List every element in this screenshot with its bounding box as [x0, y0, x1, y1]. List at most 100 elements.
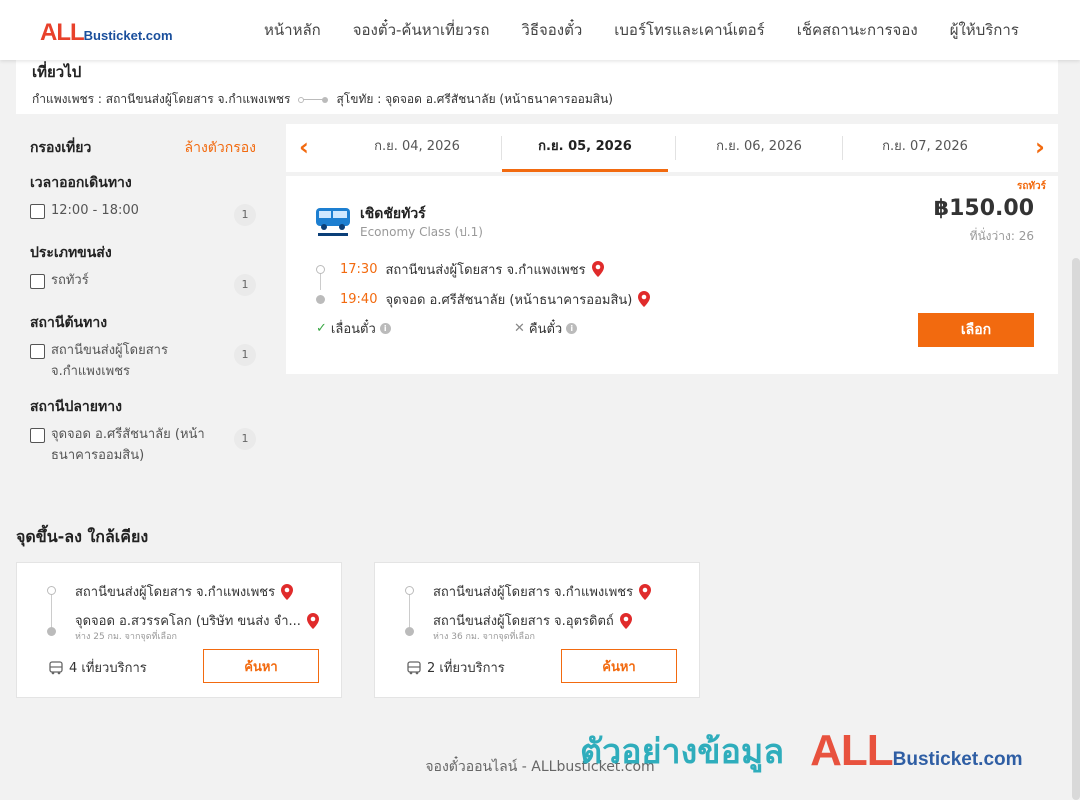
logo-small-text: Busticket.com	[83, 28, 173, 43]
bus-icon	[49, 660, 63, 674]
nearby-trips: 2 เที่ยวบริการ	[407, 657, 505, 678]
operator-name: เชิดชัยทัวร์	[360, 206, 426, 222]
filter-group-origin-station: สถานีต้นทาง สถานีขนส่งผู้โดยสาร จ.กำแพงเ…	[16, 312, 270, 382]
policy-refund-label: คืนตั๋ว	[528, 322, 563, 337]
map-pin-icon[interactable]	[639, 583, 652, 600]
nearby-distance: ห่าง 25 กม. จากจุดที่เลือก	[75, 632, 177, 642]
arrival-place: จุดจอด อ.ศรีสัชนาลัย (หน้าธนาคารออมสิน)	[385, 292, 633, 308]
nearby-section-title: จุดขึ้น-ลง ใกล้เคียง	[16, 527, 149, 546]
clear-filter-link[interactable]: ล้างตัวกรอง	[185, 137, 256, 159]
nearby-trips-label: 2 เที่ยวบริการ	[427, 661, 505, 676]
map-pin-icon[interactable]	[638, 291, 651, 307]
nearby-search-button[interactable]: ค้นหา	[561, 649, 677, 683]
watermark-logo-big: ALL	[810, 726, 894, 775]
filter-option[interactable]: รถทัวร์ 1	[30, 272, 256, 296]
logo-big-text: ALL	[40, 19, 85, 46]
filter-option[interactable]: จุดจอด อ.ศรีสัชนาลัย (หน้าธนาคารออมสิน) …	[30, 426, 256, 466]
filter-option[interactable]: สถานีขนส่งผู้โดยสาร จ.กำแพงเพชร 1	[30, 342, 256, 382]
filter-title: กรองเที่ยว	[30, 140, 92, 156]
policy-postpone-label: เลื่อนตั๋ว	[330, 322, 376, 337]
trip-to: สุโขทัย : จุดจอด อ.ศรีสัชนาลัย (หน้าธนาค…	[336, 92, 613, 106]
trip-result-card: รถทัวร์ เชิดชัยทัวร์ Economy Class (ป.1)…	[286, 176, 1058, 374]
date-tab-active[interactable]: ก.ย. 05, 2026	[502, 124, 668, 172]
policy-refund: ✕ คืนตั๋ว i	[514, 318, 712, 339]
watermark-logo-small: Busticket.com	[892, 749, 1023, 770]
departure-place: สถานีขนส่งผู้โดยสาร จ.กำแพงเพชร	[385, 262, 586, 278]
filter-option-label: 12:00 - 18:00	[51, 203, 139, 218]
trip-from: กำแพงเพชร : สถานีขนส่งผู้โดยสาร จ.กำแพงเ…	[32, 92, 291, 106]
date-tab[interactable]: ก.ย. 07, 2026	[842, 124, 1008, 172]
map-pin-icon[interactable]	[591, 261, 604, 277]
filter-group-transport-type: ประเภทขนส่ง รถทัวร์ 1	[16, 242, 270, 296]
filter-count-badge: 1	[234, 344, 256, 366]
prev-date-chevron-left-icon[interactable]: ‹	[294, 134, 314, 160]
site-header: ALLBusticket.com หน้าหลัก จองตั๋ว-ค้นหาเ…	[0, 0, 1080, 60]
filter-option[interactable]: 12:00 - 18:00 1	[30, 202, 256, 226]
arrival-time: 19:40	[340, 291, 378, 307]
arrival-stop: 19:40 จุดจอด อ.ศรีสัชนาลัย (หน้าธนาคารออ…	[316, 284, 651, 314]
nav-book-search[interactable]: จองตั๋ว-ค้นหาเที่ยวรถ	[353, 18, 490, 42]
filter-group-title: เวลาออกเดินทาง	[30, 175, 132, 191]
next-date-chevron-right-icon[interactable]: ›	[1030, 134, 1050, 160]
checkbox[interactable]	[30, 344, 45, 359]
info-icon[interactable]: i	[379, 323, 391, 334]
date-tab[interactable]: ก.ย. 06, 2026	[676, 124, 842, 172]
map-pin-icon[interactable]	[306, 612, 319, 629]
filter-count-badge: 1	[234, 274, 256, 296]
operator-logo-icon	[316, 208, 350, 236]
nearby-to: สถานีขนส่งผู้โดยสาร จ.อุตรดิตถ์	[433, 610, 632, 631]
trip-summary: เที่ยวไป กำแพงเพชร : สถานีขนส่งผู้โดยสาร…	[16, 52, 1058, 114]
checkbox[interactable]	[30, 204, 45, 219]
map-pin-icon[interactable]	[281, 583, 294, 600]
filter-group-title: สถานีปลายทาง	[30, 399, 122, 415]
bus-class: Economy Class (ป.1)	[360, 225, 483, 239]
price: ฿150.00	[933, 196, 1034, 221]
filter-group-destination-station: สถานีปลายทาง จุดจอด อ.ศรีสัชนาลัย (หน้าธ…	[16, 396, 270, 466]
nav-operators[interactable]: ผู้ให้บริการ	[950, 18, 1019, 42]
nav-check-booking[interactable]: เช็คสถานะการจอง	[797, 18, 918, 42]
checkbox[interactable]	[30, 274, 45, 289]
select-trip-button[interactable]: เลือก	[918, 313, 1034, 347]
watermark-logo: ALLBusticket.com	[810, 726, 1022, 776]
nearby-from-label: สถานีขนส่งผู้โดยสาร จ.กำแพงเพชร	[75, 585, 276, 600]
nearby-search-button[interactable]: ค้นหา	[203, 649, 319, 683]
filter-option-label: จุดจอด อ.ศรีสัชนาลัย (หน้าธนาคารออมสิน)	[51, 427, 205, 463]
check-icon: ✓	[316, 321, 327, 336]
nav-home[interactable]: หน้าหลัก	[264, 18, 321, 42]
page-scrollbar[interactable]	[1072, 258, 1080, 800]
site-logo[interactable]: ALLBusticket.com	[40, 19, 173, 47]
nearby-trips-label: 4 เที่ยวบริการ	[69, 661, 147, 676]
nearby-to-label: จุดจอด อ.สวรรคโลก (บริษัท ขนส่ง จำ...	[75, 614, 301, 629]
filter-group-title: ประเภทขนส่ง	[30, 245, 112, 261]
nav-how-to-book[interactable]: วิธีจองตั๋ว	[521, 18, 582, 42]
filter-panel: กรองเที่ยว ล้างตัวกรอง เวลาออกเดินทาง 12…	[16, 124, 270, 466]
nearby-trips: 4 เที่ยวบริการ	[49, 657, 147, 678]
date-tab[interactable]: ก.ย. 04, 2026	[334, 124, 500, 172]
checkbox[interactable]	[30, 428, 45, 443]
departure-stop: 17:30 สถานีขนส่งผู้โดยสาร จ.กำแพงเพชร	[316, 254, 650, 284]
map-pin-icon[interactable]	[619, 612, 632, 629]
nearby-card: สถานีขนส่งผู้โดยสาร จ.กำแพงเพชร จุดจอด อ…	[16, 562, 342, 698]
policy-postpone: ✓ เลื่อนตั๋ว i	[316, 318, 514, 339]
seats-available: ที่นั่งว่าง: 26	[969, 229, 1034, 243]
cross-icon: ✕	[514, 321, 525, 336]
nav-contacts[interactable]: เบอร์โทรและเคาน์เตอร์	[614, 18, 764, 42]
nearby-to: จุดจอด อ.สวรรคโลก (บริษัท ขนส่ง จำ...	[75, 610, 319, 631]
filter-option-label: รถทัวร์	[51, 273, 89, 288]
filter-option-label: สถานีขนส่งผู้โดยสาร จ.กำแพงเพชร	[51, 343, 168, 379]
nearby-from-label: สถานีขนส่งผู้โดยสาร จ.กำแพงเพชร	[433, 585, 634, 600]
info-icon[interactable]: i	[566, 323, 578, 334]
nearby-distance: ห่าง 36 กม. จากจุดที่เลือก	[433, 632, 535, 642]
departure-time: 17:30	[340, 261, 378, 277]
bus-type-tag: รถทัวร์	[1016, 181, 1046, 192]
watermark-text: ตัวอย่างข้อมูล	[580, 732, 785, 772]
filter-group-departure-time: เวลาออกเดินทาง 12:00 - 18:00 1	[16, 172, 270, 226]
stops-timeline: 17:30 สถานีขนส่งผู้โดยสาร จ.กำแพงเพชร 19…	[316, 254, 651, 314]
nearby-card: สถานีขนส่งผู้โดยสาร จ.กำแพงเพชร สถานีขนส…	[374, 562, 700, 698]
nearby-from: สถานีขนส่งผู้โดยสาร จ.กำแพงเพชร	[433, 581, 652, 602]
nearby-from: สถานีขนส่งผู้โดยสาร จ.กำแพงเพชร	[75, 581, 294, 602]
filter-count-badge: 1	[234, 428, 256, 450]
main-nav: หน้าหลัก จองตั๋ว-ค้นหาเที่ยวรถ วิธีจองตั…	[248, 0, 1035, 60]
date-selector: ‹ ก.ย. 04, 2026 ก.ย. 05, 2026 ก.ย. 06, 2…	[286, 124, 1058, 172]
bus-icon	[407, 660, 421, 674]
